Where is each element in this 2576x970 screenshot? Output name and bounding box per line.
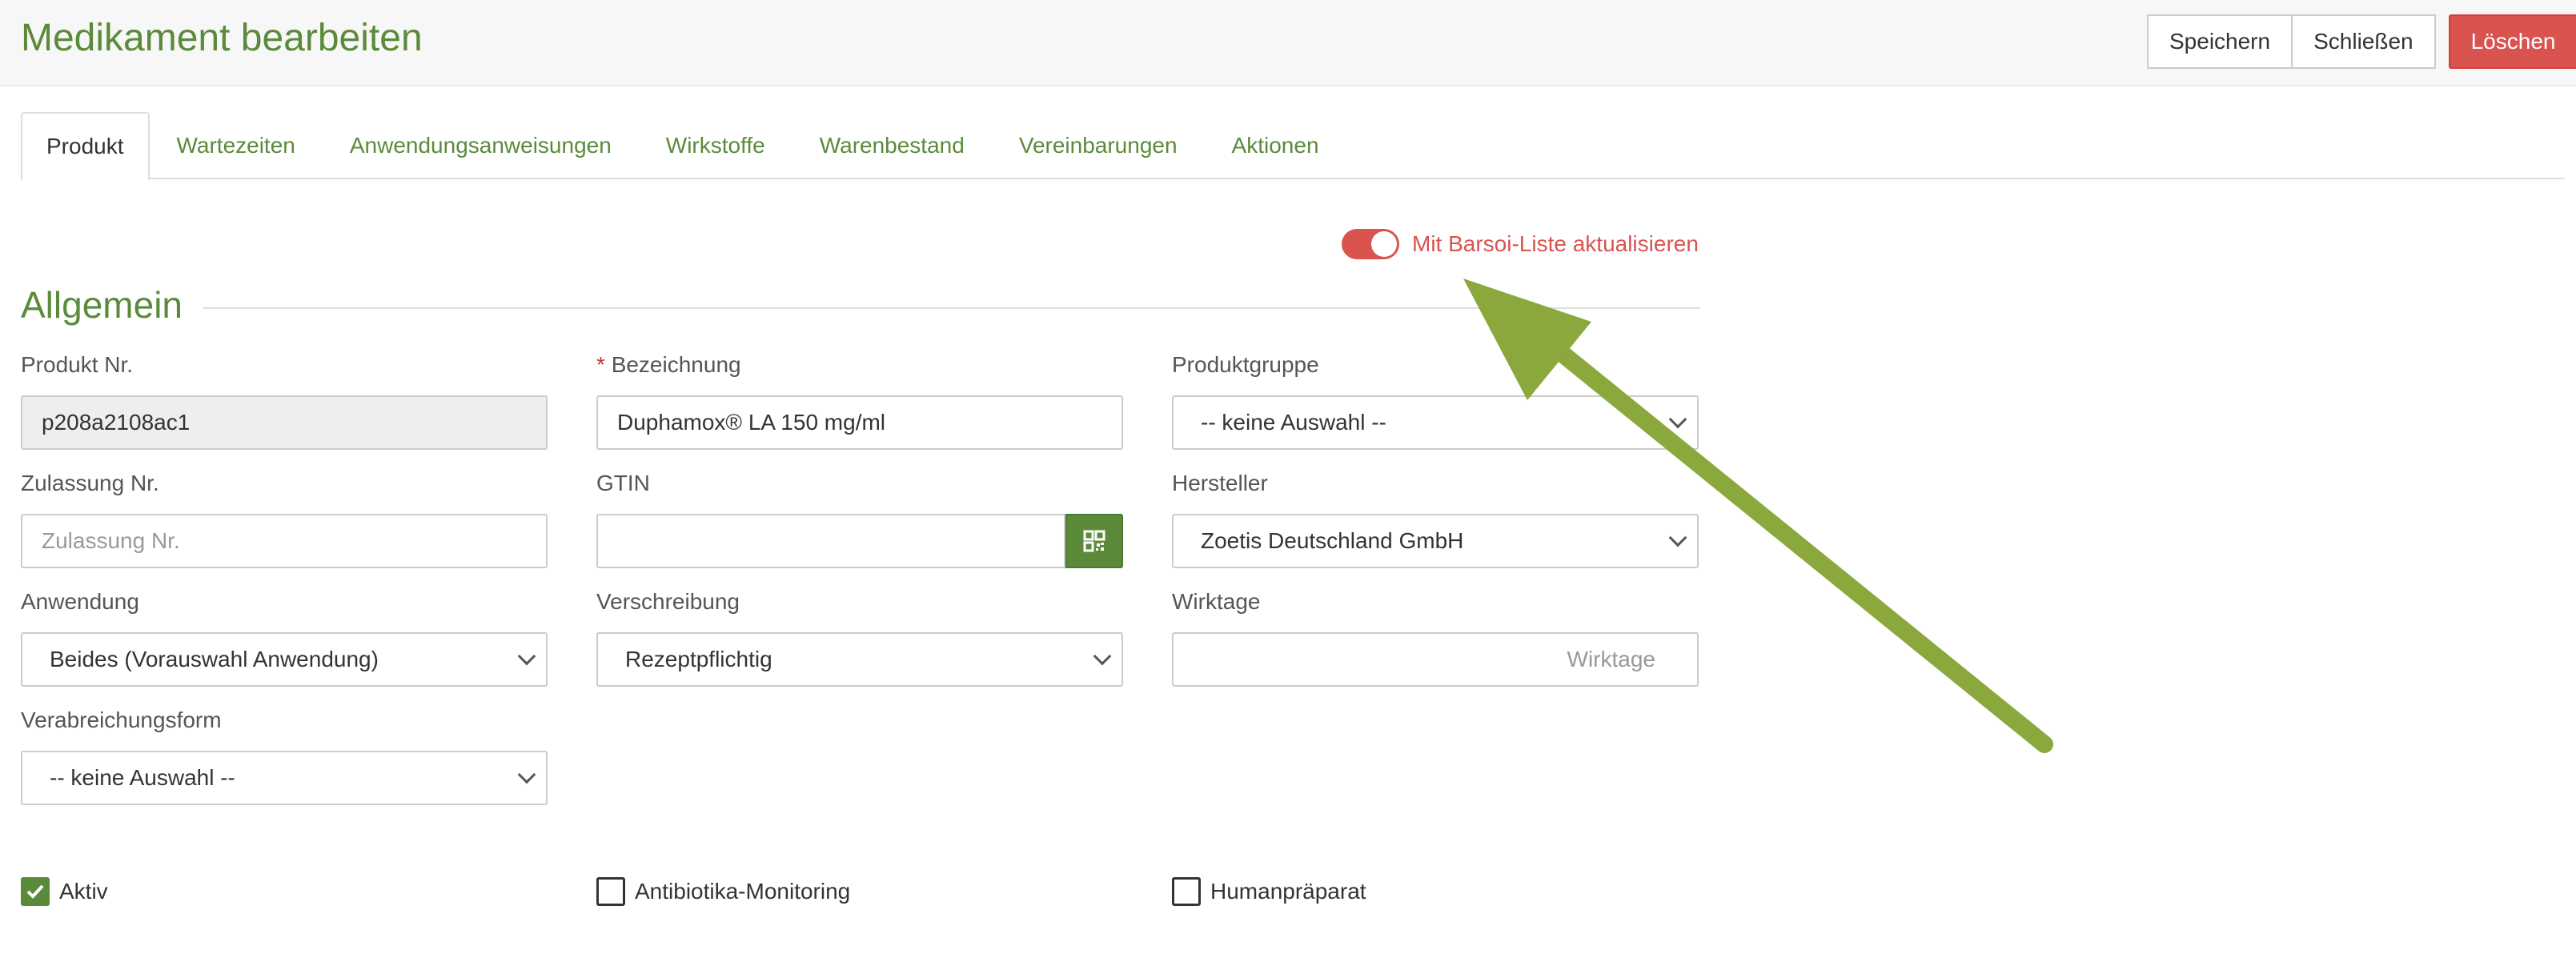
toggle-knob	[1371, 231, 1397, 257]
anwendung-label: Anwendung	[21, 589, 139, 614]
close-button[interactable]: Schließen	[2291, 14, 2436, 69]
tab-wartezeiten[interactable]: Wartezeiten	[150, 112, 323, 179]
tab-aktionen[interactable]: Aktionen	[1205, 112, 1346, 179]
barsoi-update-label: Mit Barsoi-Liste aktualisieren	[1412, 231, 1699, 256]
section-title: Allgemein	[21, 283, 203, 327]
tab-vereinbarungen[interactable]: Vereinbarungen	[992, 112, 1205, 179]
chevron-down-icon	[1093, 647, 1112, 666]
page-header: Medikament bearbeiten Speichern Schließe…	[0, 0, 2576, 86]
tab-bar: Produkt Wartezeiten Anwendungsanweisunge…	[21, 112, 2565, 181]
delete-button[interactable]: Löschen	[2448, 14, 2576, 69]
verabreichungsform-select[interactable]: -- keine Auswahl --	[21, 751, 548, 805]
header-actions: Speichern Schließen Löschen	[2147, 14, 2576, 69]
antibiotika-checkbox-group: Antibiotika-Monitoring	[596, 877, 850, 906]
humanpraeparat-label: Humanpräparat	[1210, 879, 1366, 904]
produktgruppe-select[interactable]: -- keine Auswahl --	[1172, 395, 1699, 450]
qr-code-icon	[1083, 530, 1105, 552]
verschreibung-field: Verschreibung Rezeptpflichtig	[596, 589, 1123, 687]
tab-wirkstoffe[interactable]: Wirkstoffe	[639, 112, 792, 179]
wirktage-field: Wirktage Wirktage	[1172, 589, 1699, 687]
verschreibung-value: Rezeptpflichtig	[625, 647, 772, 671]
tab-anwendungsanweisungen[interactable]: Anwendungsanweisungen	[323, 112, 639, 179]
antibiotika-monitoring-label: Antibiotika-Monitoring	[635, 879, 851, 904]
hersteller-value: Zoetis Deutschland GmbH	[1201, 528, 1464, 553]
aktiv-checkbox[interactable]	[21, 877, 50, 906]
aktiv-checkbox-group: Aktiv	[21, 877, 108, 906]
aktiv-label: Aktiv	[59, 879, 108, 904]
verschreibung-label: Verschreibung	[596, 589, 740, 614]
zulassung-nr-input[interactable]: Zulassung Nr.	[21, 514, 548, 568]
bezeichnung-label: * Bezeichnung	[596, 352, 1123, 383]
verabreichungsform-value: -- keine Auswahl --	[50, 765, 235, 790]
bezeichnung-field: * Bezeichnung Duphamox® LA 150 mg/ml	[596, 352, 1123, 450]
tab-produkt[interactable]: Produkt	[21, 112, 150, 181]
barsoi-update-toggle[interactable]	[1342, 229, 1399, 259]
produktgruppe-label: Produktgruppe	[1172, 352, 1319, 377]
chevron-down-icon	[517, 647, 536, 666]
gtin-field: GTIN	[596, 471, 1123, 568]
human-checkbox-group: Humanpräparat	[1172, 877, 1366, 906]
section-allgemein: Allgemein	[21, 283, 1700, 331]
hersteller-label: Hersteller	[1172, 471, 1268, 495]
section-divider	[21, 307, 1700, 309]
qr-scan-button[interactable]	[1065, 514, 1123, 568]
antibiotika-monitoring-checkbox[interactable]	[596, 877, 625, 906]
hersteller-select[interactable]: Zoetis Deutschland GmbH	[1172, 514, 1699, 568]
check-icon	[26, 884, 44, 899]
produktgruppe-field: Produktgruppe -- keine Auswahl --	[1172, 352, 1699, 450]
required-marker: *	[596, 352, 605, 377]
anwendung-select[interactable]: Beides (Vorauswahl Anwendung)	[21, 632, 548, 687]
gtin-label: GTIN	[596, 471, 650, 495]
produkt-nr-input: p208a2108ac1	[21, 395, 548, 450]
tab-warenbestand[interactable]: Warenbestand	[792, 112, 992, 179]
bezeichnung-input[interactable]: Duphamox® LA 150 mg/ml	[596, 395, 1123, 450]
produkt-nr-label: Produkt Nr.	[21, 352, 134, 377]
chevron-down-icon	[517, 765, 536, 784]
zulassung-nr-field: Zulassung Nr. Zulassung Nr.	[21, 471, 548, 568]
gtin-input-group	[596, 514, 1123, 568]
chevron-down-icon	[1668, 410, 1687, 429]
anwendung-field: Anwendung Beides (Vorauswahl Anwendung)	[21, 589, 548, 687]
save-button[interactable]: Speichern	[2147, 14, 2293, 69]
produkt-nr-field: Produkt Nr. p208a2108ac1	[21, 352, 548, 450]
wirktage-label: Wirktage	[1172, 589, 1261, 614]
verabreichungsform-field: Verabreichungsform -- keine Auswahl --	[21, 707, 548, 805]
produktgruppe-value: -- keine Auswahl --	[1201, 410, 1386, 435]
hersteller-field: Hersteller Zoetis Deutschland GmbH	[1172, 471, 1699, 568]
barsoi-update-toggle-group: Mit Barsoi-Liste aktualisieren	[1342, 229, 1699, 259]
verabreichungsform-label: Verabreichungsform	[21, 707, 222, 732]
gtin-input[interactable]	[596, 514, 1065, 568]
humanpraeparat-checkbox[interactable]	[1172, 877, 1201, 906]
chevron-down-icon	[1668, 528, 1687, 547]
verschreibung-select[interactable]: Rezeptpflichtig	[596, 632, 1123, 687]
bezeichnung-label-text: Bezeichnung	[611, 352, 741, 377]
anwendung-value: Beides (Vorauswahl Anwendung)	[50, 647, 379, 671]
zulassung-nr-label: Zulassung Nr.	[21, 471, 159, 495]
wirktage-input[interactable]: Wirktage	[1172, 632, 1699, 687]
page-title: Medikament bearbeiten	[21, 17, 423, 59]
